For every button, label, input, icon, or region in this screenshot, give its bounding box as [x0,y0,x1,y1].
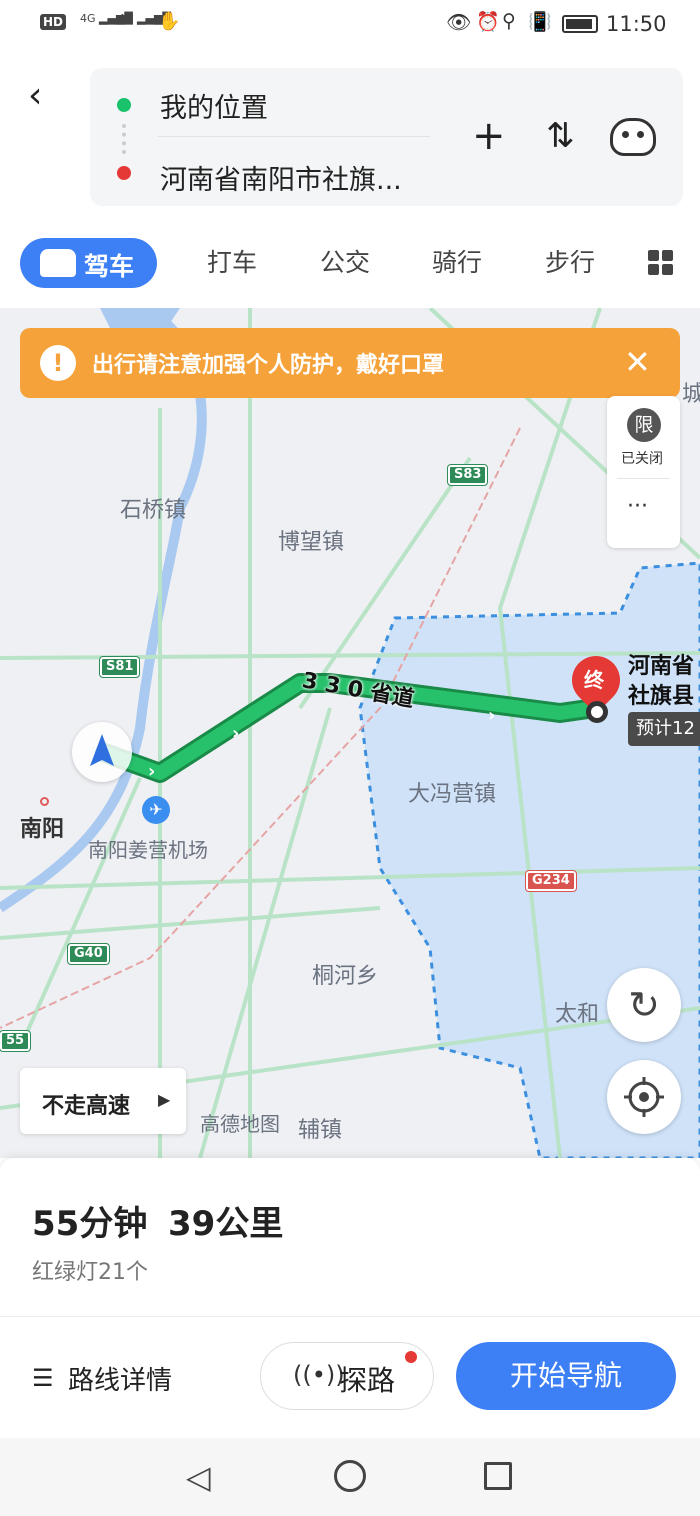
back-nav-icon[interactable]: ◁ [186,1458,211,1496]
route-summary-panel: 55分钟 39公里 红绿灯21个 ☰ 路线详情 ((•)) 探路 开始导航 [0,1158,700,1438]
explore-button[interactable]: ((•)) 探路 [260,1342,434,1410]
highway-shield: 55 [0,1030,32,1052]
place-label: 石桥镇 [120,498,187,523]
notice-banner[interactable]: ! 出行请注意加强个人防护，戴好口罩 ✕ [20,328,680,398]
start-dot-icon [117,98,131,112]
tab-drive[interactable]: 驾车 [20,238,157,288]
warning-icon: ! [40,345,76,381]
swap-button[interactable]: ⇅ [546,116,575,156]
city-dot-icon [40,797,49,806]
place-label: 太和 [555,1002,600,1027]
assistant-icon[interactable] [610,118,656,156]
battery-icon [562,15,598,33]
place-label: 南阳姜营机场 [88,838,208,862]
avoid-highway-label: 不走高速 [42,1094,131,1119]
start-field[interactable]: 我的位置 [160,86,268,125]
destination-field[interactable]: 河南省南阳市社旗... [160,158,402,197]
duration: 55分钟 [32,1204,148,1244]
highway-shield: S81 [98,656,141,678]
traffic-limit-status: 已关闭 [621,451,663,467]
address-box: 我的位置 河南省南阳市社旗... + ⇅ [90,68,683,206]
notification-dot [405,1351,417,1363]
add-waypoint-button[interactable]: + [472,116,506,156]
map-view[interactable]: › › › 3 3 0 省道 石桥镇 博望镇 大冯营镇 南阳 南阳姜营机场 ✈ … [0,308,700,1158]
place-label: 城 [682,382,700,407]
place-label: 辅镇 [298,1118,343,1143]
panel-divider [617,478,670,479]
end-badge: 终 [584,668,604,692]
notice-text: 出行请注意加强个人防护，戴好口罩 [92,353,445,378]
explore-label: 探路 [339,1364,396,1397]
place-label: 博望镇 [278,530,345,555]
airport-icon: ✈ [142,796,170,824]
place-label: 大冯营镇 [408,782,497,807]
tab-walk[interactable]: 步行 [545,238,595,288]
end-dot-icon [117,166,131,180]
locate-button[interactable] [607,1060,681,1134]
route-details-label: 路线详情 [68,1366,173,1396]
tab-drive-label: 驾车 [84,252,135,281]
home-nav-icon[interactable] [334,1460,366,1492]
place-label: 桐河乡 [312,964,379,989]
alarm-icon: ⏰ [476,11,500,33]
map-tools-panel: 限 已关闭 ··· [607,396,680,548]
hand-icon: ✋ [158,11,181,32]
traffic-lights: 红绿灯21个 [32,1260,148,1285]
end-point-icon [586,701,608,723]
target-icon [624,1077,664,1117]
refresh-button[interactable]: ↻ [607,968,681,1042]
tab-bike[interactable]: 骑行 [432,238,482,288]
route-arrow-icon: › [148,761,156,782]
clock: 11:50 [606,12,667,36]
eye-icon: 👁 [446,10,472,34]
current-location-icon [72,722,132,782]
highway-shield: G40 [67,943,110,965]
triangle-right-icon: ▶ [158,1090,171,1109]
route-arrow-icon: › [488,705,496,726]
destination-label-2: 社旗县 [628,684,695,709]
dots-connector-icon [122,124,126,154]
route-arrow-icon: › [232,723,240,744]
recent-nav-icon[interactable] [484,1462,512,1490]
route-header: ‹ 我的位置 河南省南阳市社旗... + ⇅ 驾车 打车 公交 骑行 步行 [0,48,700,308]
hd-badge: HD [40,14,67,30]
vibrate-icon: 📳 [528,11,552,33]
eta-tag: 预计12 [628,712,700,746]
traffic-limit-icon[interactable]: 限 [627,408,661,442]
place-label: 南阳 [20,817,65,842]
back-button[interactable]: ‹ [28,76,58,116]
distance: 39公里 [168,1204,284,1244]
tab-taxi[interactable]: 打车 [207,238,257,288]
highway-shield: G234 [525,870,577,892]
destination-label: 河南省 [628,654,695,679]
list-icon: ☰ [32,1364,54,1392]
close-icon[interactable]: ✕ [624,342,651,382]
address-divider [158,136,430,137]
tab-bus[interactable]: 公交 [320,238,370,288]
highway-shield: S83 [446,464,489,486]
start-navigation-button[interactable]: 开始导航 [456,1342,676,1410]
status-bar: HD 4G ▂▄▆█ 4G ▂▄▆█ ✋ 👁 ⏰ ⚲ 📳 11:50 [0,0,700,48]
grid-menu-icon[interactable] [648,250,674,276]
more-icon[interactable]: ··· [627,494,648,519]
sheet-divider [0,1316,700,1317]
map-watermark: 高德地图 [200,1112,280,1136]
avoid-highway-button[interactable]: 不走高速 ▶ [20,1068,186,1134]
location-icon: ⚲ [502,10,516,32]
broadcast-icon: ((•)) [293,1361,345,1389]
car-icon [40,249,76,277]
system-nav-bar: ◁ [0,1438,700,1516]
